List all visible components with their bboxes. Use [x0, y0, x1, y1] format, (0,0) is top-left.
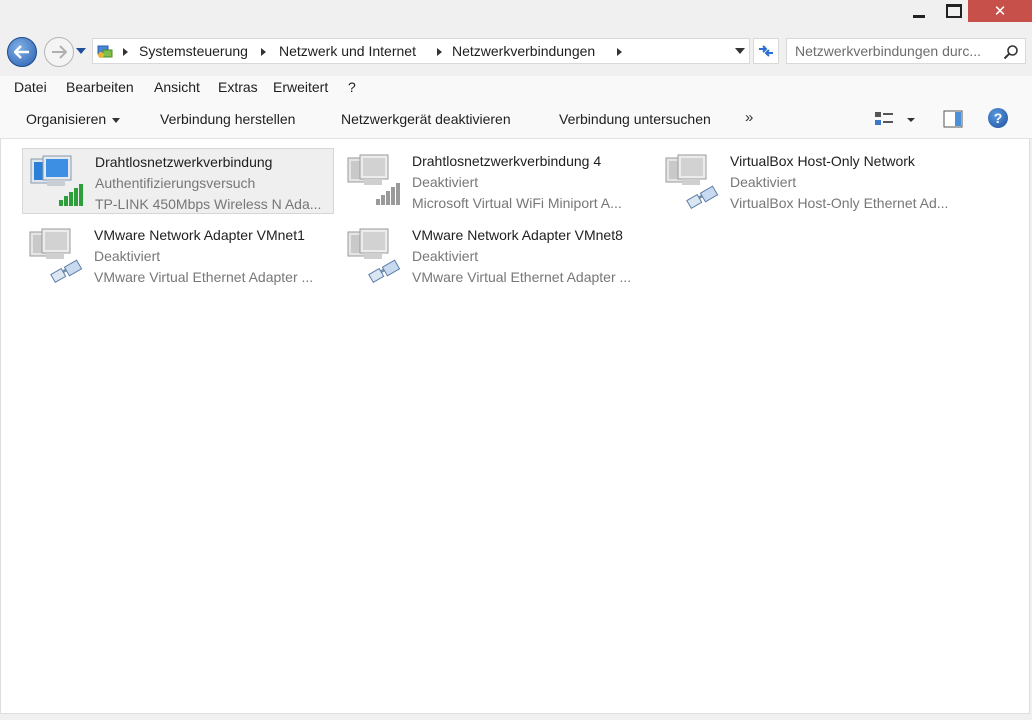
connection-name: VMware Network Adapter VMnet1 — [94, 227, 305, 243]
organize-label: Organisieren — [26, 111, 107, 127]
ethernet-disabled-icon — [665, 154, 719, 209]
chevron-down-icon — [112, 117, 121, 123]
address-dropdown-icon[interactable] — [735, 48, 745, 54]
help-button[interactable]: ? — [988, 108, 1008, 128]
more-commands-button[interactable]: » — [745, 109, 753, 126]
breadcrumb-systemsteuerung[interactable]: Systemsteuerung — [139, 43, 248, 59]
breadcrumb-separator[interactable] — [261, 48, 266, 56]
organize-button[interactable]: Organisieren — [26, 111, 121, 127]
connection-item[interactable]: VMware Network Adapter VMnet1 Deaktivier… — [22, 222, 334, 288]
wireless-disabled-icon — [347, 154, 400, 205]
maximize-icon — [946, 4, 962, 18]
menu-bearbeiten[interactable]: Bearbeiten — [66, 79, 134, 95]
menu-erweitert[interactable]: Erweitert — [273, 79, 328, 95]
menu-help[interactable]: ? — [348, 79, 356, 95]
menu-extras[interactable]: Extras — [218, 79, 258, 95]
connection-device: VMware Virtual Ethernet Adapter ... — [412, 269, 632, 285]
connection-device: VirtualBox Host-Only Ethernet Ad... — [730, 195, 949, 211]
search-placeholder: Netzwerkverbindungen durc... — [795, 43, 981, 59]
breadcrumb-netzwerkverbindungen[interactable]: Netzwerkverbindungen — [452, 43, 595, 59]
breadcrumb-separator[interactable] — [617, 48, 622, 56]
connection-status: Deaktiviert — [94, 248, 161, 264]
connection-item[interactable]: VirtualBox Host-Only Network Deaktiviert… — [658, 148, 970, 214]
change-view-button[interactable] — [873, 110, 915, 130]
address-bar[interactable]: Systemsteuerung Netzwerk und Internet Ne… — [92, 38, 750, 64]
breadcrumb-separator[interactable] — [437, 48, 442, 56]
breadcrumb-netzwerk-und-internet[interactable]: Netzwerk und Internet — [279, 43, 416, 59]
preview-pane-icon — [943, 110, 963, 128]
menu-ansicht[interactable]: Ansicht — [154, 79, 200, 95]
connection-name: VMware Network Adapter VMnet8 — [412, 227, 623, 243]
arrow-right-icon — [52, 45, 67, 59]
navigation-bar: Systemsteuerung Netzwerk und Internet Ne… — [0, 32, 1032, 70]
menu-bar: Datei Bearbeiten Ansicht Extras Erweiter… — [0, 76, 1032, 101]
connect-button[interactable]: Verbindung herstellen — [160, 111, 295, 127]
close-button[interactable]: ✕ — [968, 0, 1032, 22]
connection-device: Microsoft Virtual WiFi Miniport A... — [412, 195, 622, 211]
help-icon: ? — [993, 110, 1003, 126]
breadcrumb-separator[interactable] — [123, 48, 128, 56]
forward-button[interactable] — [44, 37, 74, 67]
control-panel-icon — [97, 45, 113, 58]
connection-device: VMware Virtual Ethernet Adapter ... — [94, 269, 314, 285]
connection-name: VirtualBox Host-Only Network — [730, 153, 915, 169]
connection-status: Deaktiviert — [730, 174, 797, 190]
recent-pages-dropdown[interactable] — [76, 48, 86, 54]
ethernet-disabled-icon — [347, 228, 401, 283]
search-icon[interactable] — [1003, 44, 1019, 60]
ethernet-disabled-icon — [29, 228, 83, 283]
title-bar: ✕ — [0, 0, 1032, 30]
back-button[interactable] — [7, 37, 37, 67]
connection-item[interactable]: Drahtlosnetzwerkverbindung Authentifizie… — [22, 148, 334, 214]
connection-status: Authentifizierungsversuch — [95, 175, 256, 191]
search-input[interactable]: Netzwerkverbindungen durc... — [786, 38, 1026, 64]
connections-view: Drahtlosnetzwerkverbindung Authentifizie… — [0, 139, 1030, 714]
connection-item[interactable]: Drahtlosnetzwerkverbindung 4 Deaktiviert… — [340, 148, 652, 214]
refresh-icon — [759, 45, 773, 57]
view-options-icon — [875, 112, 915, 125]
arrow-left-icon — [14, 45, 29, 59]
connection-item[interactable]: VMware Network Adapter VMnet8 Deaktivier… — [340, 222, 652, 288]
close-icon: ✕ — [993, 2, 1007, 20]
connection-name: Drahtlosnetzwerkverbindung 4 — [412, 153, 602, 169]
minimize-icon — [913, 14, 925, 18]
connection-name: Drahtlosnetzwerkverbindung — [95, 154, 273, 170]
refresh-button[interactable] — [753, 38, 779, 64]
disable-device-button[interactable]: Netzwerkgerät deaktivieren — [341, 111, 511, 127]
command-bar: Organisieren Verbindung herstellen Netzw… — [0, 100, 1032, 139]
preview-pane-button[interactable] — [943, 110, 963, 128]
connection-status: Deaktiviert — [412, 174, 479, 190]
menu-datei[interactable]: Datei — [14, 79, 47, 95]
connection-status: Deaktiviert — [412, 248, 479, 264]
wireless-active-icon — [30, 155, 83, 206]
diagnose-connection-button[interactable]: Verbindung untersuchen — [559, 111, 711, 127]
connection-device: TP-LINK 450Mbps Wireless N Ada... — [95, 196, 322, 212]
